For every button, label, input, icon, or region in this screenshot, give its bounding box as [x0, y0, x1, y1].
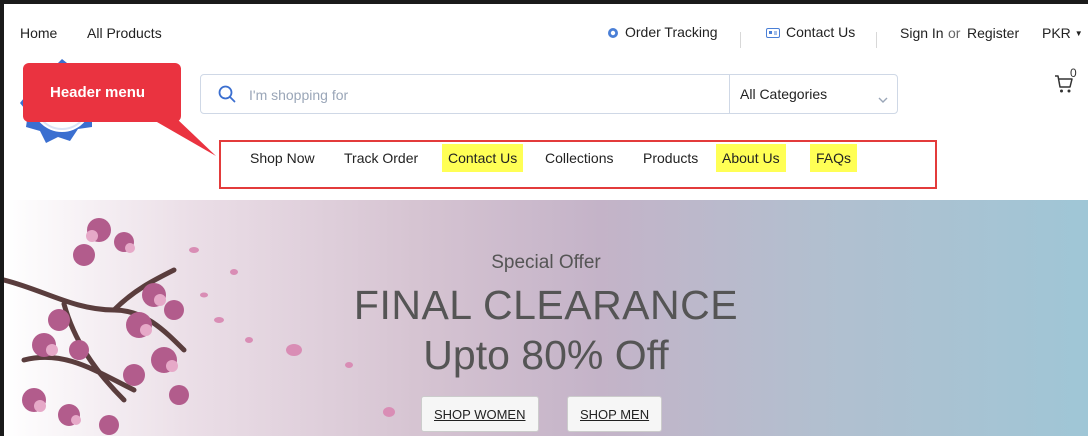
contact-icon	[766, 26, 780, 42]
menu-item-shop-now[interactable]: Shop Now	[250, 144, 315, 172]
menu-item-collections[interactable]: Collections	[545, 144, 613, 172]
currency-selector[interactable]: PKR ▼	[1042, 25, 1083, 41]
search-input[interactable]	[247, 84, 721, 106]
sign-in-link[interactable]: Sign In	[900, 25, 944, 41]
menu-item-track-order[interactable]: Track Order	[344, 144, 418, 172]
search-bar: All Categories	[200, 74, 898, 114]
order-tracking-link[interactable]: Order Tracking	[607, 24, 718, 42]
shop-women-button[interactable]: SHOP WOMEN	[421, 396, 539, 432]
annotation-callout: Header menu	[23, 63, 181, 122]
topbar-divider	[876, 32, 877, 48]
shop-men-button[interactable]: SHOP MEN	[567, 396, 663, 432]
search-icon[interactable]	[218, 85, 236, 108]
cart-count-badge: 0	[1070, 66, 1077, 80]
or-text: or	[948, 25, 961, 41]
topbar-divider	[740, 32, 741, 48]
hero-banner: Special Offer FINAL CLEARANCE Upto 80% O…	[4, 200, 1088, 436]
offer-subtitle: Upto 80% Off	[423, 332, 669, 378]
menu-item-products[interactable]: Products	[643, 144, 698, 172]
menu-item-faqs[interactable]: FAQs	[810, 144, 858, 172]
nav-all-products-link[interactable]: All Products	[87, 25, 162, 41]
callout-label: Header menu	[50, 84, 146, 101]
register-link[interactable]: Register	[967, 25, 1019, 41]
nav-home-link[interactable]: Home	[20, 25, 57, 41]
currency-label: PKR	[1042, 25, 1071, 41]
contact-us-link[interactable]: Contact Us	[766, 24, 855, 42]
menu-item-about-us[interactable]: About Us	[716, 144, 786, 172]
chevron-down-icon[interactable]	[878, 91, 888, 109]
category-select[interactable]: All Categories	[740, 86, 827, 102]
search-divider	[729, 75, 730, 113]
offer-kicker: Special Offer	[491, 252, 601, 273]
caret-down-icon: ▼	[1074, 29, 1083, 38]
top-bar: Home All Products Order Tracking Contact…	[4, 4, 1088, 48]
menu-item-contact-us[interactable]: Contact Us	[442, 144, 524, 172]
order-tracking-label: Order Tracking	[625, 24, 718, 40]
order-tracking-icon	[607, 26, 619, 42]
contact-us-label: Contact Us	[786, 24, 856, 40]
offer-title: FINAL CLEARANCE	[353, 282, 739, 328]
